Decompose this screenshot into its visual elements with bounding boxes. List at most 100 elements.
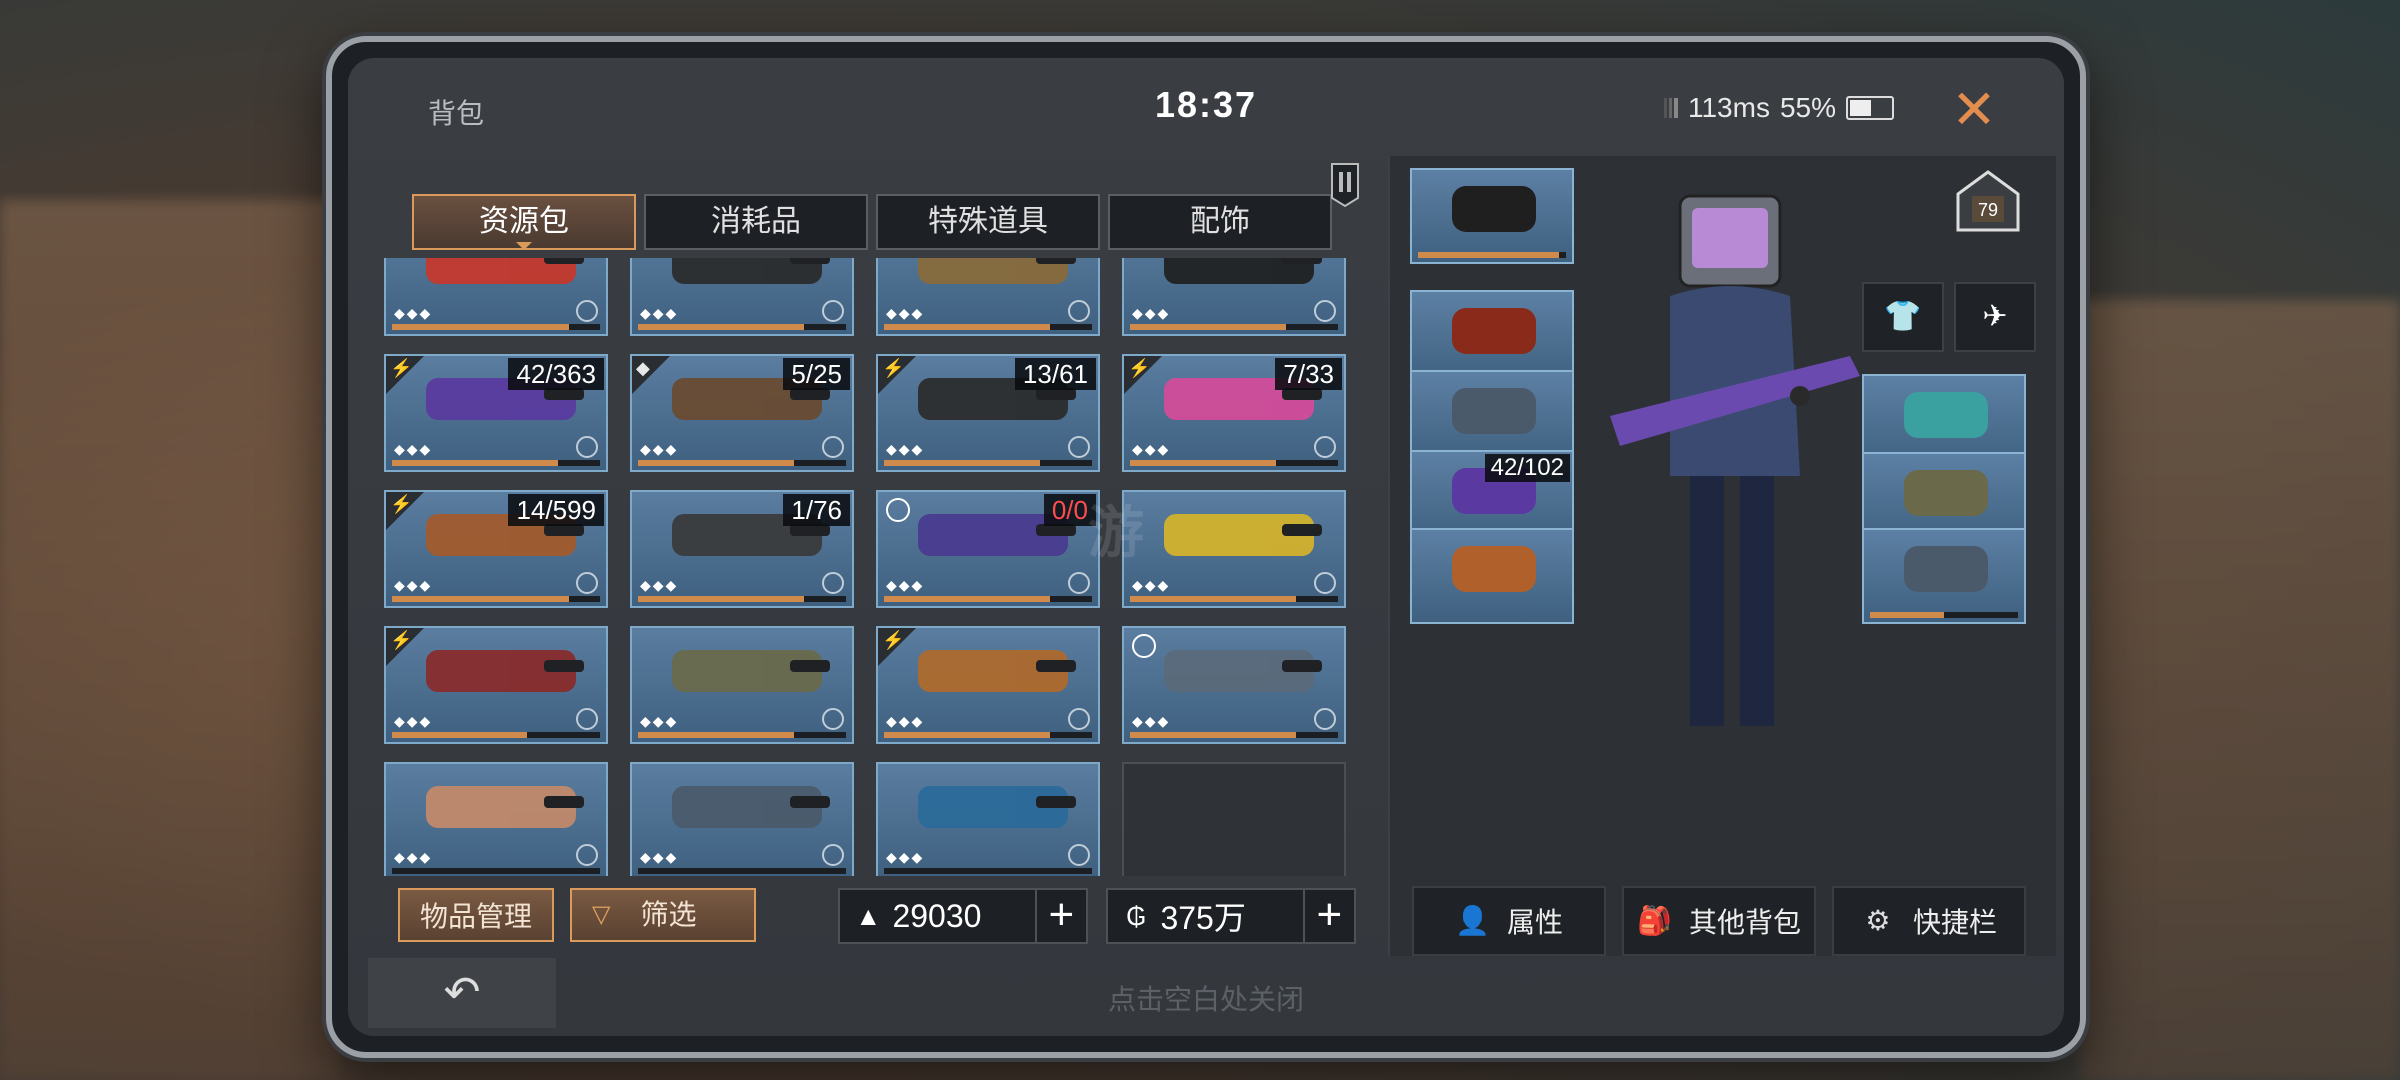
- add-gold-button[interactable]: +: [1034, 890, 1086, 942]
- lock-icon: [1068, 300, 1090, 322]
- tab-accessories[interactable]: 配饰: [1108, 194, 1332, 250]
- inventory-cell-gold-assault-rifle[interactable]: ◆◆◆: [876, 258, 1100, 336]
- mech-drone-icon: [672, 786, 830, 828]
- shortcut-bar-button[interactable]: ⚙ 快捷栏: [1832, 886, 2026, 956]
- rank-diamonds-icon: ◆◆◆: [640, 849, 679, 865]
- black-assault-rifle-icon: [672, 258, 830, 284]
- chainsaw-blade-icon: [426, 650, 584, 692]
- inventory-cell-hunting-knife[interactable]: ◆◆◆: [630, 626, 854, 744]
- tab-resource-pack[interactable]: 资源包: [412, 194, 636, 250]
- lock-icon: [1068, 844, 1090, 866]
- inventory-cell-pink-wings[interactable]: ⚡ 7/33 ◆◆◆: [1122, 354, 1346, 472]
- inventory-cell-potion-bottle[interactable]: ◆◆◆: [876, 762, 1100, 876]
- rank-diamonds-icon: ◆◆◆: [1132, 305, 1171, 321]
- coin-currency: ₲ 375万 +: [1106, 888, 1356, 944]
- lock-icon: [822, 300, 844, 322]
- durability-bar: [1870, 612, 2018, 618]
- durability-bar: [884, 324, 1092, 330]
- pendant-slot-icon: [1452, 546, 1536, 592]
- rank-diamonds-icon: ◆◆◆: [1132, 713, 1171, 729]
- rank-diamonds-icon: ◆◆◆: [886, 577, 925, 593]
- bottom-controls: 物品管理 ▽ 筛选: [398, 888, 757, 942]
- rank-diamonds-icon: ◆◆◆: [640, 305, 679, 321]
- inventory-cell-yellow-jetpack[interactable]: ◆◆◆: [1122, 490, 1346, 608]
- mech-slot[interactable]: [1862, 528, 2026, 624]
- watermark: 游: [1088, 501, 1144, 564]
- quality-badge-icon: ⚡: [390, 358, 413, 378]
- drone-icon: ✈: [1982, 300, 2008, 333]
- other-backpack-button[interactable]: 🎒 其他背包: [1622, 886, 1816, 956]
- inventory-cell-armor-vest[interactable]: ◆◆◆: [1122, 626, 1346, 744]
- pendant-slot[interactable]: [1410, 528, 1574, 624]
- status-area: 113ms 55%: [1663, 92, 1894, 124]
- inventory-cell-chainsaw-blade[interactable]: ⚡ ◆◆◆: [384, 626, 608, 744]
- add-coin-button[interactable]: +: [1302, 890, 1354, 942]
- background-plank: [0, 200, 340, 1080]
- gold-assault-rifle-icon: [918, 258, 1076, 284]
- background-plank: [2080, 300, 2400, 1080]
- potion-bottle-icon: [918, 786, 1076, 828]
- yellow-jetpack-icon: [1164, 514, 1322, 556]
- inventory-cell-drum-shotgun[interactable]: ⚡ 13/61 ◆◆◆: [876, 354, 1100, 472]
- durability-bar: [884, 596, 1092, 602]
- gold-amount: 29030: [892, 897, 982, 934]
- inventory-cell-galaxy-rifle[interactable]: ⚡ 42/363 ◆◆◆: [384, 354, 608, 472]
- lock-icon: [822, 436, 844, 458]
- mech-slot-icon: [1904, 546, 1988, 592]
- durability-bar: [884, 732, 1092, 738]
- item-count: 13/61: [1014, 358, 1096, 390]
- drone-button[interactable]: ✈: [1954, 282, 2036, 352]
- timer-icon: [886, 498, 910, 522]
- rank-diamonds-icon: ◆◆◆: [1132, 577, 1171, 593]
- attributes-button[interactable]: 👤 属性: [1412, 886, 1606, 956]
- filter-button[interactable]: ▽ 筛选: [570, 888, 757, 942]
- inventory-cell-tactical-rifle[interactable]: ◆◆◆: [1122, 258, 1346, 336]
- rank-diamonds-icon: ◆◆◆: [394, 305, 433, 321]
- shirt-icon: 👕: [1884, 300, 1922, 333]
- coin-amount: 375万: [1160, 900, 1246, 936]
- bookmark-icon[interactable]: [1328, 162, 1362, 208]
- durability-bar: [1130, 732, 1338, 738]
- timer-icon: [1132, 634, 1156, 658]
- inventory-cell-black-assault-rifle[interactable]: ◆◆◆: [630, 258, 854, 336]
- shortcut-icon: ⚙: [1865, 905, 1891, 936]
- signal-icon: [1663, 98, 1678, 118]
- backpack-level-icon[interactable]: 79: [1950, 166, 2026, 236]
- red-sniper-rifle-icon: [426, 258, 584, 284]
- lock-icon: [576, 572, 598, 594]
- durability-bar: [638, 324, 846, 330]
- durability-bar: [1130, 596, 1338, 602]
- inventory-cell-character-portrait[interactable]: ◆◆◆: [384, 762, 608, 876]
- gold-bars-icon: ▲: [855, 901, 882, 931]
- inventory-cell-compound-bow[interactable]: 1/76 ◆◆◆: [630, 490, 854, 608]
- rank-diamonds-icon: ◆◆◆: [886, 441, 925, 457]
- inventory-cell-orange-rifle[interactable]: ⚡ ◆◆◆: [876, 626, 1100, 744]
- item-count: 5/25: [783, 358, 850, 390]
- tab-consumables[interactable]: 消耗品: [644, 194, 868, 250]
- lock-icon: [822, 708, 844, 730]
- inventory-cell-flame-rifle[interactable]: ⚡ 14/599 ◆◆◆: [384, 490, 608, 608]
- lock-icon: [576, 300, 598, 322]
- orange-rifle-icon: [918, 650, 1076, 692]
- item-manage-button[interactable]: 物品管理: [398, 888, 555, 942]
- inventory-cell-purple-sniper[interactable]: 0/0 ◆◆◆: [876, 490, 1100, 608]
- battery-icon: [1846, 96, 1894, 120]
- tab-special-items[interactable]: 特殊道具: [876, 194, 1100, 250]
- item-count: 42/102: [1484, 454, 1570, 482]
- inventory-cell-mech-drone[interactable]: ◆◆◆: [630, 762, 854, 876]
- item-count: 7/33: [1275, 358, 1342, 390]
- item-grid: ◆◆◆ ◆◆◆ ◆◆◆ ◆◆◆ ⚡ 42/363 ◆◆◆ ◆ 5/25 ◆◆◆ ⚡ 13/61 ◆◆◆ ⚡…: [384, 258, 1354, 876]
- rank-diamonds-icon: ◆◆◆: [640, 713, 679, 729]
- outfit-button[interactable]: 👕: [1862, 282, 1944, 352]
- inventory-cell-red-sniper-rifle[interactable]: ◆◆◆: [384, 258, 608, 336]
- close-hint: 点击空白处关闭: [1107, 984, 1304, 1015]
- close-button[interactable]: ✕: [1946, 83, 2002, 140]
- mask-slot[interactable]: [1410, 168, 1574, 264]
- inventory-cell-grenade-launcher[interactable]: ◆ 5/25 ◆◆◆: [630, 354, 854, 472]
- ring-slot-icon: [1904, 392, 1988, 438]
- character-model: [1610, 194, 1860, 726]
- lock-icon: [1068, 436, 1090, 458]
- durability-bar: [392, 460, 600, 466]
- quality-badge-icon: ◆: [636, 358, 650, 378]
- top-bar: 背包 18:37 113ms 55% ✕: [348, 58, 2064, 168]
